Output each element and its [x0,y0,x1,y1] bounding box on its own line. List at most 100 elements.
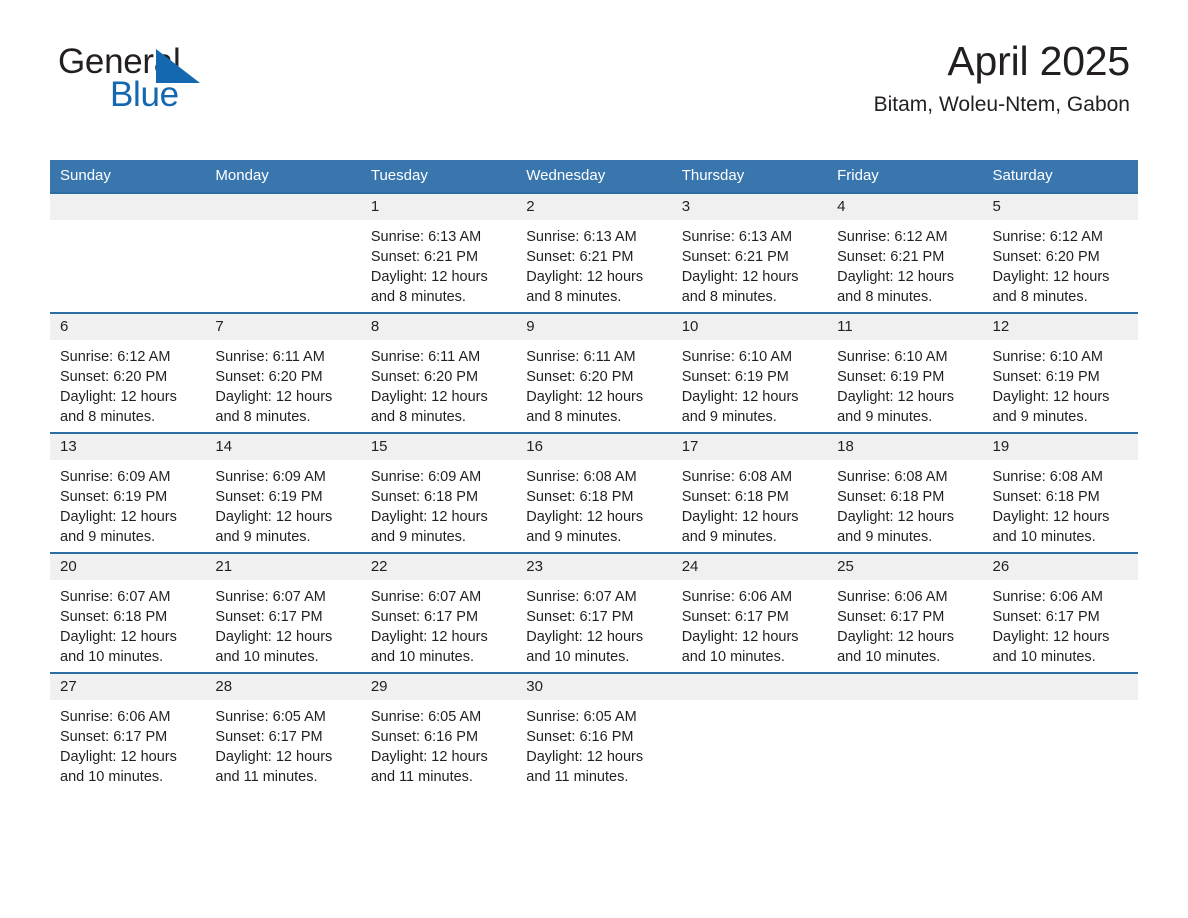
calendar-day-cell[interactable]: 29 Sunrise: 6:05 AM Sunset: 6:16 PM Dayligh… [360,672,517,792]
weekday-header-friday: Friday [827,160,983,193]
calendar-day-cell[interactable]: 27 Sunrise: 6:06 AM Sunset: 6:17 PM Dayligh… [50,672,206,792]
calendar-day-cell[interactable]: 13 Sunrise: 6:09 AM Sunset: 6:19 PM Dayligh… [50,432,206,553]
daylight-duration-line2: and 11 minutes. [526,769,629,785]
calendar-day-cell[interactable]: 11 Sunrise: 6:10 AM Sunset: 6:19 PM Dayligh… [827,312,983,433]
calendar-day-cell[interactable]: 18 Sunrise: 6:08 AM Sunset: 6:18 PM Dayligh… [827,432,983,553]
daylight-duration-line1: Daylight: 12 hours [681,629,799,645]
day-cell-inner: 6 Sunrise: 6:12 AM Sunset: 6:20 PM Daylight… [50,314,206,432]
weekday-header-saturday: Saturday [982,160,1138,193]
calendar-day-cell[interactable]: 10 Sunrise: 6:10 AM Sunset: 6:19 PM Dayligh… [671,312,828,433]
calendar-day-cell[interactable]: 20 Sunrise: 6:07 AM Sunset: 6:18 PM Dayligh… [50,552,206,673]
calendar-day-cell[interactable]: 7 Sunrise: 6:11 AM Sunset: 6:20 PM Daylight… [205,312,361,433]
daylight-duration-line1: Daylight: 12 hours [526,509,644,525]
day-cell-inner: 22 Sunrise: 6:07 AM Sunset: 6:17 PM Dayligh… [360,554,517,672]
calendar-day-cell[interactable]: 24 Sunrise: 6:06 AM Sunset: 6:17 PM Dayligh… [671,552,828,673]
sunrise-time: Sunrise: 6:13 AM [526,229,637,245]
daylight-duration-line1: Daylight: 12 hours [370,749,488,765]
sunset-time: Sunset: 6:18 PM [837,489,945,505]
day-details: Sunrise: 6:11 AM Sunset: 6:20 PM Daylight:… [361,340,516,427]
daylight-duration-line2: and 9 minutes. [837,409,933,425]
sunrise-time: Sunrise: 6:06 AM [681,589,793,605]
sunrise-time: Sunrise: 6:12 AM [837,229,948,245]
calendar-page: General Blue April 2025 Bitam, Woleu-Nte… [0,0,1188,918]
day-details: Sunrise: 6:13 AM Sunset: 6:21 PM Daylight:… [361,220,516,307]
calendar-day-cell[interactable]: 14 Sunrise: 6:09 AM Sunset: 6:19 PM Dayligh… [205,432,361,553]
calendar-day-cell[interactable]: 23 Sunrise: 6:07 AM Sunset: 6:17 PM Dayligh… [516,552,672,673]
sunset-time: Sunset: 6:19 PM [837,369,945,385]
daylight-duration-line1: Daylight: 12 hours [370,269,488,285]
calendar-day-cell[interactable]: 4 Sunrise: 6:12 AM Sunset: 6:21 PM Daylight… [827,192,983,313]
daylight-duration-line1: Daylight: 12 hours [526,389,644,405]
daylight-duration-line1: Daylight: 12 hours [992,509,1110,525]
day-cell-inner: 5 Sunrise: 6:12 AM Sunset: 6:20 PM Daylight… [982,194,1138,312]
daylight-duration-line1: Daylight: 12 hours [60,389,177,405]
calendar-day-cell[interactable]: 26 Sunrise: 6:06 AM Sunset: 6:17 PM Dayligh… [982,552,1138,673]
calendar-empty-cell [205,192,361,313]
daylight-duration-line2: and 10 minutes. [992,649,1096,665]
daylight-duration-line1: Daylight: 12 hours [526,629,644,645]
calendar-day-cell[interactable]: 16 Sunrise: 6:08 AM Sunset: 6:18 PM Dayligh… [516,432,672,553]
calendar-day-cell[interactable]: 19 Sunrise: 6:08 AM Sunset: 6:18 PM Dayligh… [982,432,1138,553]
day-cell-inner: 29 Sunrise: 6:05 AM Sunset: 6:16 PM Dayligh… [360,674,517,792]
sunrise-time: Sunrise: 6:11 AM [370,349,481,365]
sunrise-time: Sunrise: 6:06 AM [60,709,171,725]
calendar-day-cell[interactable]: 1 Sunrise: 6:13 AM Sunset: 6:21 PM Daylight… [360,192,517,313]
calendar-day-cell[interactable]: 28 Sunrise: 6:05 AM Sunset: 6:17 PM Dayligh… [205,672,361,792]
day-cell-inner: 9 Sunrise: 6:11 AM Sunset: 6:20 PM Daylight… [516,314,672,432]
daylight-duration-line2: and 9 minutes. [526,529,622,545]
calendar-day-cell[interactable]: 8 Sunrise: 6:11 AM Sunset: 6:20 PM Daylight… [360,312,517,433]
calendar-day-cell[interactable]: 22 Sunrise: 6:07 AM Sunset: 6:17 PM Dayligh… [360,552,517,673]
weekday-header-thursday: Thursday [671,160,828,193]
daylight-duration-line2: and 8 minutes. [526,409,622,425]
day-number: 27 [50,674,206,700]
day-number [205,194,361,220]
day-details: Sunrise: 6:12 AM Sunset: 6:20 PM Daylight:… [983,220,1138,307]
sunset-time: Sunset: 6:19 PM [60,489,168,505]
day-number: 3 [671,194,828,220]
daylight-duration-line2: and 8 minutes. [681,289,777,305]
sunrise-time: Sunrise: 6:07 AM [526,589,637,605]
day-details: Sunrise: 6:05 AM Sunset: 6:16 PM Daylight:… [361,700,516,787]
calendar-day-cell[interactable]: 5 Sunrise: 6:12 AM Sunset: 6:20 PM Daylight… [982,192,1138,313]
calendar-day-cell[interactable]: 9 Sunrise: 6:11 AM Sunset: 6:20 PM Daylight… [516,312,672,433]
calendar-day-cell[interactable]: 3 Sunrise: 6:13 AM Sunset: 6:21 PM Daylight… [671,192,828,313]
daylight-duration-line1: Daylight: 12 hours [215,629,333,645]
calendar-empty-cell [671,672,828,792]
day-cell-inner: 12 Sunrise: 6:10 AM Sunset: 6:19 PM Dayligh… [982,314,1138,432]
daylight-duration-line2: and 10 minutes. [370,649,475,665]
day-number: 30 [516,674,672,700]
brand-logo[interactable]: General Blue [58,42,318,116]
calendar-day-cell[interactable]: 6 Sunrise: 6:12 AM Sunset: 6:20 PM Daylight… [50,312,206,433]
calendar-day-cell[interactable]: 17 Sunrise: 6:08 AM Sunset: 6:18 PM Dayligh… [671,432,828,553]
sunset-time: Sunset: 6:17 PM [992,609,1100,625]
sunrise-time: Sunrise: 6:07 AM [215,589,326,605]
calendar-day-cell[interactable]: 25 Sunrise: 6:06 AM Sunset: 6:17 PM Dayligh… [827,552,983,673]
calendar-day-cell[interactable]: 12 Sunrise: 6:10 AM Sunset: 6:19 PM Dayligh… [982,312,1138,433]
day-cell-inner: 3 Sunrise: 6:13 AM Sunset: 6:21 PM Daylight… [671,194,828,312]
daylight-duration-line1: Daylight: 12 hours [526,269,644,285]
sunset-time: Sunset: 6:17 PM [215,729,323,745]
daylight-duration-line1: Daylight: 12 hours [215,389,333,405]
daylight-duration-line2: and 8 minutes. [60,409,156,425]
calendar-day-cell[interactable]: 15 Sunrise: 6:09 AM Sunset: 6:18 PM Dayligh… [360,432,517,553]
day-number: 13 [50,434,206,460]
sunset-time: Sunset: 6:21 PM [526,249,634,265]
daylight-duration-line1: Daylight: 12 hours [370,629,488,645]
day-number: 29 [360,674,517,700]
daylight-duration-line1: Daylight: 12 hours [60,629,177,645]
day-number: 10 [671,314,828,340]
sunrise-time: Sunrise: 6:05 AM [526,709,637,725]
calendar-day-cell[interactable]: 30 Sunrise: 6:05 AM Sunset: 6:16 PM Dayligh… [516,672,672,792]
sunrise-time: Sunrise: 6:06 AM [837,589,948,605]
calendar-week-row: 6 Sunrise: 6:12 AM Sunset: 6:20 PM Daylight… [50,312,1138,433]
daylight-duration-line2: and 9 minutes. [681,529,777,545]
sunset-time: Sunset: 6:20 PM [60,369,168,385]
calendar-day-cell[interactable]: 21 Sunrise: 6:07 AM Sunset: 6:17 PM Dayligh… [205,552,361,673]
daylight-duration-line1: Daylight: 12 hours [681,509,799,525]
day-cell-inner [982,674,1138,792]
day-cell-inner: 19 Sunrise: 6:08 AM Sunset: 6:18 PM Dayligh… [982,434,1138,552]
sunrise-time: Sunrise: 6:13 AM [370,229,482,245]
sunrise-time: Sunrise: 6:10 AM [837,349,948,365]
calendar-day-cell[interactable]: 2 Sunrise: 6:13 AM Sunset: 6:21 PM Daylight… [516,192,672,313]
day-number: 20 [50,554,206,580]
